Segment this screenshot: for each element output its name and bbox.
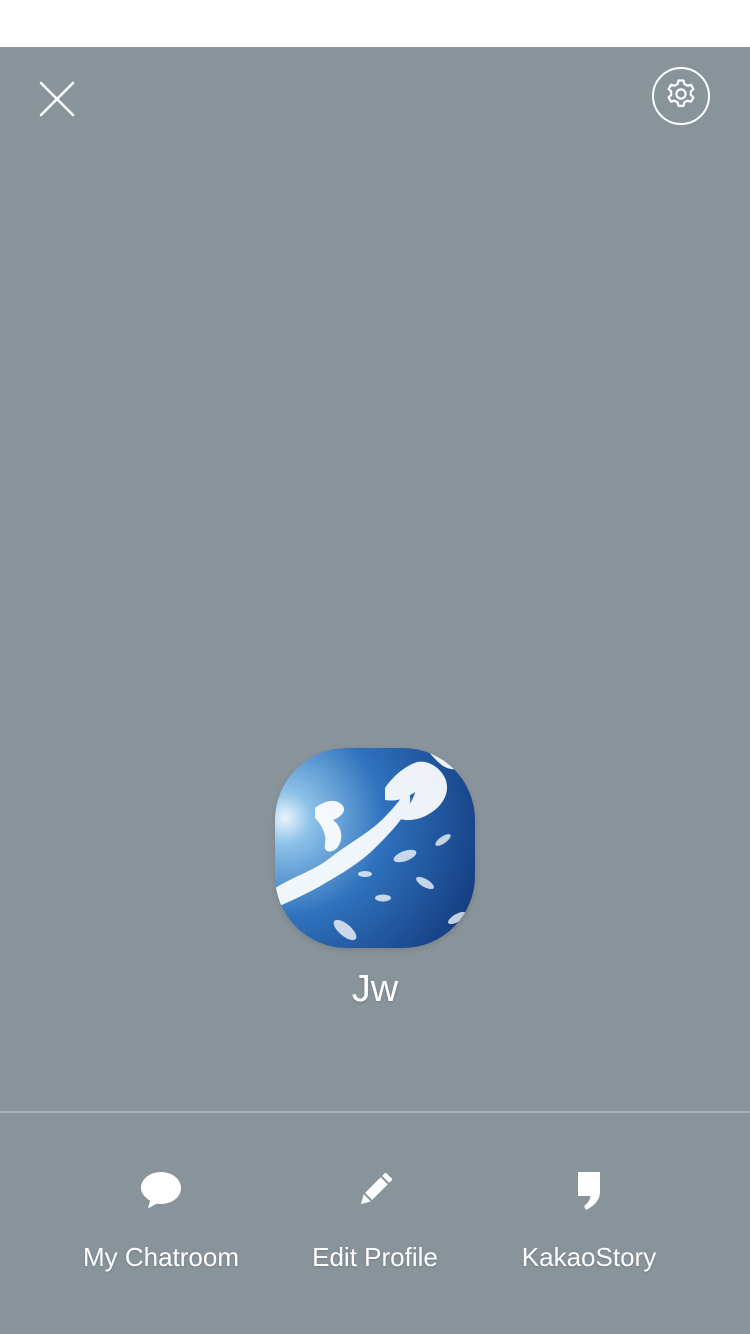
settings-button[interactable] bbox=[652, 67, 710, 125]
profile-screen bbox=[0, 47, 750, 1334]
close-button[interactable] bbox=[34, 78, 80, 124]
my-chatroom-button[interactable]: My Chatroom bbox=[51, 1160, 271, 1290]
profile-name: Jw bbox=[351, 968, 399, 1010]
close-icon bbox=[39, 81, 75, 122]
gear-icon bbox=[664, 77, 698, 116]
kakaostory-icon bbox=[559, 1160, 619, 1220]
edit-profile-button[interactable]: Edit Profile bbox=[265, 1160, 485, 1290]
avatar[interactable] bbox=[275, 748, 475, 948]
kakaostory-label: KakaoStory bbox=[521, 1242, 657, 1272]
edit-profile-label: Edit Profile bbox=[312, 1242, 438, 1272]
speech-bubble-icon bbox=[131, 1160, 191, 1220]
divider bbox=[0, 1111, 750, 1113]
pencil-icon bbox=[345, 1160, 405, 1220]
my-chatroom-label: My Chatroom bbox=[82, 1242, 240, 1272]
status-bar bbox=[0, 0, 750, 47]
kakaostory-button[interactable]: KakaoStory bbox=[479, 1160, 699, 1290]
avatar-image bbox=[275, 748, 475, 948]
